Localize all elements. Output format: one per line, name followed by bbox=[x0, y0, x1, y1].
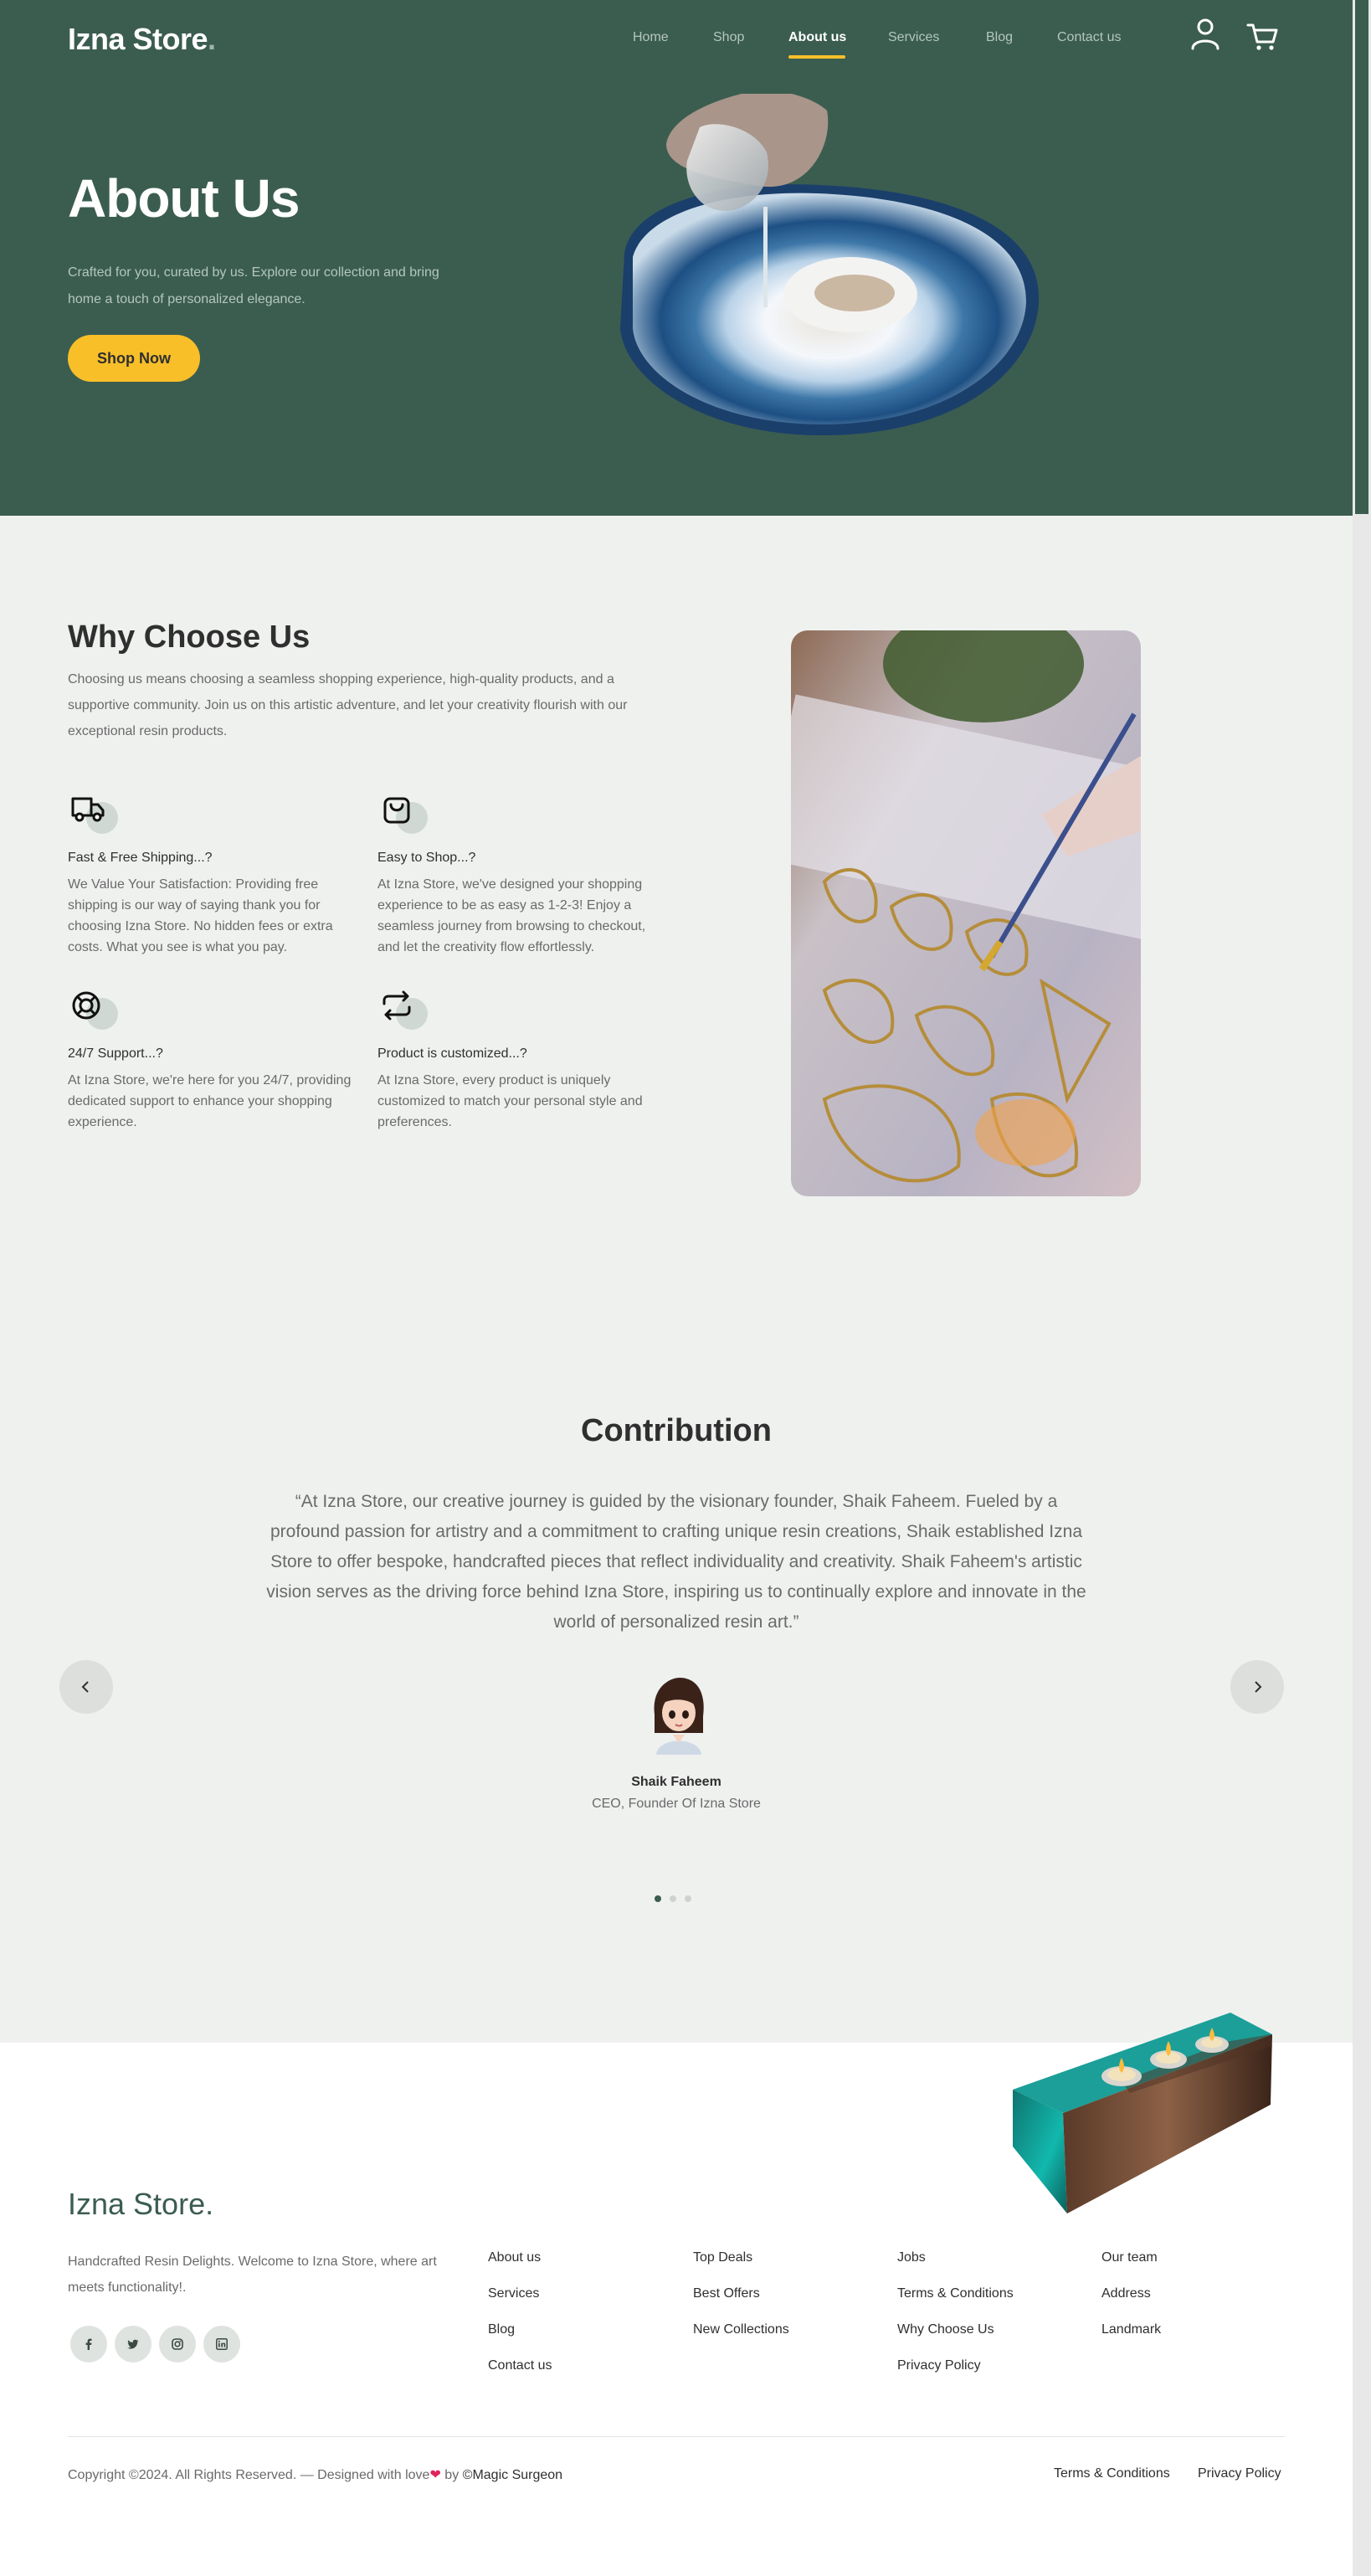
facebook-icon bbox=[85, 2338, 92, 2350]
twitter-icon bbox=[127, 2339, 139, 2349]
carousel-next-button[interactable] bbox=[1230, 1660, 1284, 1714]
footer-link-privacy[interactable]: Privacy Policy bbox=[897, 2357, 1014, 2393]
footer-link-services[interactable]: Services bbox=[488, 2285, 552, 2321]
footer-link-best-offers[interactable]: Best Offers bbox=[693, 2285, 789, 2321]
resin-craft-photo bbox=[791, 630, 1141, 1196]
nav-blog[interactable]: Blog bbox=[986, 30, 1013, 45]
footer-link-landmark[interactable]: Landmark bbox=[1101, 2321, 1161, 2357]
footer-column-1: About us Services Blog Contact us bbox=[488, 2249, 552, 2393]
brand-logo[interactable]: Izna Store. bbox=[68, 22, 216, 57]
footer-brand[interactable]: Izna Store. bbox=[68, 2187, 213, 2222]
footer-column-2: Top Deals Best Offers New Collections bbox=[693, 2249, 789, 2357]
instagram-link[interactable] bbox=[159, 2326, 196, 2363]
shop-now-button[interactable]: Shop Now bbox=[68, 335, 200, 382]
why-choose-us-description: Choosing us means choosing a seamless sh… bbox=[68, 672, 628, 738]
footer-link-new-collections[interactable]: New Collections bbox=[693, 2321, 789, 2357]
footer-divider bbox=[68, 2436, 1285, 2437]
footer-link-jobs[interactable]: Jobs bbox=[897, 2249, 1014, 2285]
hero-title: About Us bbox=[68, 168, 300, 229]
footer-terms-link[interactable]: Terms & Conditions bbox=[1054, 2466, 1170, 2481]
footer-column-3: Jobs Terms & Conditions Why Choose Us Pr… bbox=[897, 2249, 1014, 2393]
repeat-icon bbox=[377, 990, 428, 1030]
twitter-link[interactable] bbox=[115, 2326, 151, 2363]
carousel-prev-button[interactable] bbox=[59, 1660, 113, 1714]
carousel-dot-3[interactable] bbox=[685, 1895, 691, 1902]
copyright-text: Copyright ©2024. All Rights Reserved. — … bbox=[68, 2466, 562, 2483]
feature-title: Product is customized...? bbox=[377, 1046, 527, 1061]
nav-contact-us[interactable]: Contact us bbox=[1057, 30, 1121, 45]
founder-avatar bbox=[654, 1678, 704, 1755]
contribution-title: Contribution bbox=[581, 1413, 772, 1448]
footer-description: Handcrafted Resin Delights. Welcome to I… bbox=[68, 2255, 437, 2295]
copyright-by: by bbox=[440, 2468, 463, 2482]
hero-subtitle: Crafted for you, curated by us. Explore … bbox=[68, 265, 439, 306]
feature-text: We Value Your Satisfaction: Providing fr… bbox=[68, 877, 333, 954]
feature-title: Easy to Shop...? bbox=[377, 851, 476, 865]
founder-quote: “At Izna Store, our creative journey is … bbox=[266, 1492, 1086, 1632]
linkedin-icon bbox=[216, 2338, 228, 2350]
chevron-left-icon bbox=[81, 1681, 89, 1693]
scrollbar-thumb[interactable] bbox=[1355, 0, 1368, 514]
user-icon[interactable] bbox=[1189, 17, 1222, 52]
nav-shop[interactable]: Shop bbox=[713, 30, 744, 45]
copyright-label: Copyright ©2024. All Rights Reserved. — … bbox=[68, 2468, 430, 2482]
feature-title: Fast & Free Shipping...? bbox=[68, 851, 213, 865]
instagram-icon bbox=[172, 2338, 183, 2350]
nav-home[interactable]: Home bbox=[633, 30, 669, 45]
hero-resin-pour-image bbox=[620, 94, 1040, 436]
footer-privacy-link[interactable]: Privacy Policy bbox=[1198, 2466, 1281, 2481]
cart-icon[interactable] bbox=[1245, 17, 1279, 52]
carousel-dot-1[interactable] bbox=[655, 1895, 661, 1902]
carousel-dot-2[interactable] bbox=[670, 1895, 676, 1902]
resin-candle-holder-image bbox=[1013, 2013, 1272, 2214]
founder-name: Shaik Faheem bbox=[631, 1775, 721, 1789]
linkedin-link[interactable] bbox=[203, 2326, 240, 2363]
nav-services[interactable]: Services bbox=[888, 30, 939, 45]
truck-icon bbox=[68, 794, 118, 834]
nav-about-us[interactable]: About us bbox=[788, 30, 846, 45]
founder-role: CEO, Founder Of Izna Store bbox=[592, 1797, 761, 1811]
feature-text: At Izna Store, we've designed your shopp… bbox=[377, 877, 646, 954]
footer-link-why-choose-us[interactable]: Why Choose Us bbox=[897, 2321, 1014, 2357]
footer-link-about-us[interactable]: About us bbox=[488, 2249, 552, 2285]
lifebuoy-icon bbox=[68, 990, 118, 1030]
heart-icon: ❤ bbox=[429, 2468, 441, 2482]
footer-link-blog[interactable]: Blog bbox=[488, 2321, 552, 2357]
bag-icon bbox=[377, 794, 428, 834]
designer-credit-link[interactable]: ©Magic Surgeon bbox=[463, 2468, 562, 2482]
footer-link-top-deals[interactable]: Top Deals bbox=[693, 2249, 789, 2285]
footer-link-terms[interactable]: Terms & Conditions bbox=[897, 2285, 1014, 2321]
page-scrollbar[interactable] bbox=[1353, 0, 1371, 2576]
footer-link-address[interactable]: Address bbox=[1101, 2285, 1161, 2321]
chevron-right-icon bbox=[1255, 1681, 1262, 1693]
active-nav-underline bbox=[788, 55, 845, 59]
why-choose-us-title: Why Choose Us bbox=[68, 620, 311, 655]
hero-section: Izna Store. Home Shop About us Services … bbox=[0, 0, 1353, 516]
footer-column-4: Our team Address Landmark bbox=[1101, 2249, 1161, 2357]
footer-link-contact-us[interactable]: Contact us bbox=[488, 2357, 552, 2393]
feature-text: At Izna Store, every product is uniquely… bbox=[377, 1073, 643, 1129]
feature-title: 24/7 Support...? bbox=[68, 1046, 163, 1061]
feature-text: At Izna Store, we're here for you 24/7, … bbox=[68, 1073, 352, 1129]
footer-link-our-team[interactable]: Our team bbox=[1101, 2249, 1161, 2285]
facebook-link[interactable] bbox=[70, 2326, 107, 2363]
